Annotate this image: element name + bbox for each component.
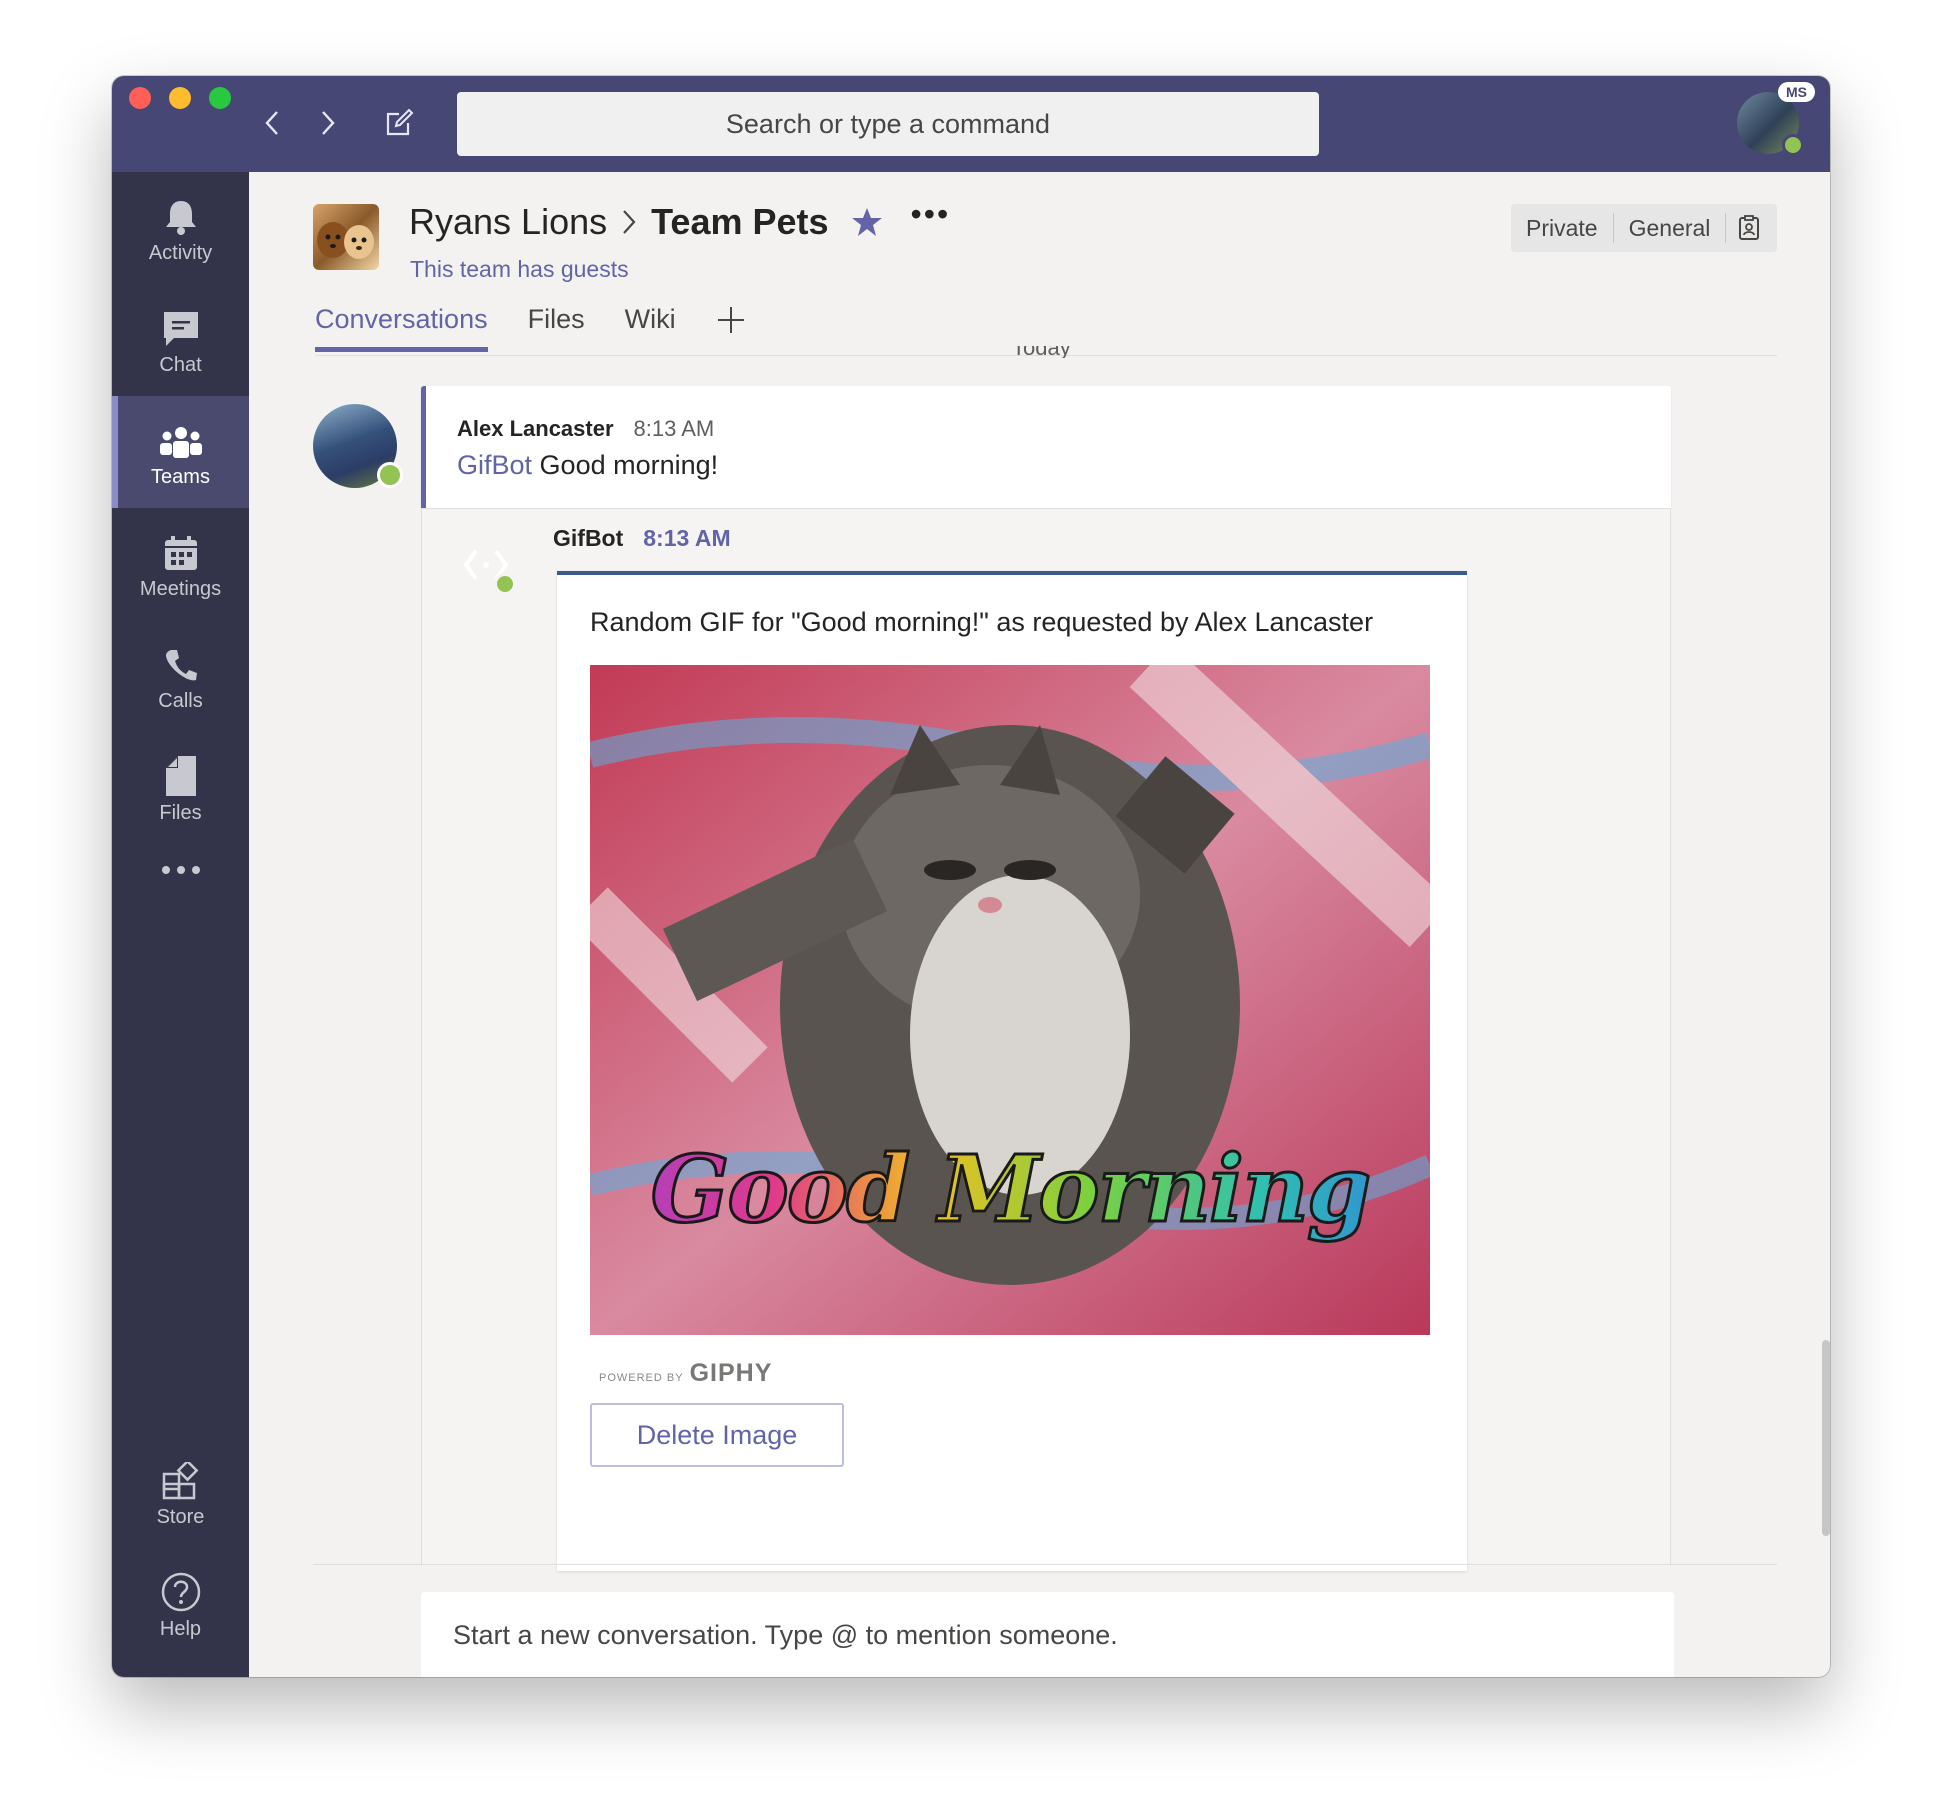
giphy-logo: GIPHY [689, 1359, 773, 1387]
bot-reply: GifBot 8:13 AM Random GIF for "Good morn… [421, 508, 1671, 1571]
chat-icon [162, 304, 200, 348]
rail-label: Calls [158, 689, 203, 712]
channel-tabs: Conversations Files Wiki [315, 302, 746, 356]
channel-tags: Private General [1511, 204, 1777, 252]
teams-icon [159, 416, 203, 460]
channel-name: Team Pets [651, 201, 829, 242]
chevron-left-icon [265, 111, 278, 135]
plus-icon [717, 307, 744, 333]
root-message[interactable]: Alex Lancaster 8:13 AM GifBot Good morni… [421, 386, 1671, 508]
chevron-right-icon [322, 111, 335, 135]
gif-caption: Good Morning [590, 1134, 1430, 1245]
delete-image-button[interactable]: Delete Image [590, 1403, 844, 1467]
search-input[interactable]: Search or type a command [457, 92, 1319, 156]
guests-notice[interactable]: This team has guests [410, 256, 629, 283]
presence-available-icon [1782, 134, 1804, 156]
rail-label: Teams [151, 465, 210, 488]
presence-available-icon [377, 462, 403, 488]
team-name[interactable]: Ryans Lions [409, 201, 607, 243]
rail-label: Store [156, 1505, 205, 1528]
rail-item-meetings[interactable]: Meetings [112, 508, 249, 620]
title-bar: Search or type a command MS [112, 76, 1830, 172]
calendar-icon [163, 528, 199, 572]
giphy-attribution: POWERED BY GIPHY [599, 1359, 772, 1388]
phone-icon [164, 640, 198, 684]
reply-author[interactable]: GifBot [553, 525, 623, 552]
scrollbar[interactable] [1822, 1340, 1830, 1536]
file-icon [165, 752, 196, 796]
forward-button[interactable] [311, 106, 345, 140]
compose-input[interactable]: Start a new conversation. Type @ to ment… [421, 1592, 1674, 1677]
compose-icon [386, 108, 414, 136]
message-timestamp: 8:13 AM [633, 416, 715, 441]
rail-item-activity[interactable]: Activity [112, 172, 249, 284]
date-divider: Today [1012, 346, 1071, 358]
rail-label: Meetings [139, 577, 222, 600]
rail-label: Activity [148, 241, 213, 264]
store-icon [162, 1456, 200, 1500]
general-tag: General [1612, 213, 1726, 243]
rail-item-help[interactable]: Help [112, 1548, 249, 1660]
help-icon [161, 1568, 201, 1612]
message-author[interactable]: Alex Lancaster [457, 416, 614, 442]
rail-label: Help [159, 1617, 202, 1640]
close-window-button[interactable] [129, 87, 151, 109]
message-body: GifBot Good morning! [457, 450, 718, 481]
powered-by-label: POWERED BY [599, 1372, 684, 1384]
team-avatar[interactable] [313, 204, 379, 270]
presence-available-icon [494, 573, 516, 595]
thread-divider [313, 1564, 1777, 1565]
message-thread: Alex Lancaster 8:13 AM GifBot Good morni… [421, 386, 1671, 1571]
tenant-badge: MS [1778, 82, 1815, 102]
back-button[interactable] [255, 106, 289, 140]
zoom-window-button[interactable] [209, 87, 231, 109]
private-tag: Private [1526, 215, 1598, 241]
rail-item-store[interactable]: Store [112, 1436, 249, 1548]
reply-timestamp: 8:13 AM [643, 525, 731, 551]
tab-wiki[interactable]: Wiki [625, 302, 676, 352]
favorite-star-icon[interactable] [851, 207, 883, 237]
rail-item-teams[interactable]: Teams [112, 396, 249, 508]
rail-label: Chat [159, 353, 202, 376]
rail-item-chat[interactable]: Chat [112, 284, 249, 396]
team-info-icon[interactable] [1725, 213, 1772, 243]
channel-more-options-button[interactable]: ••• [911, 196, 951, 233]
bell-icon [164, 192, 198, 236]
minimize-window-button[interactable] [169, 87, 191, 109]
rail-item-calls[interactable]: Calls [112, 620, 249, 732]
more-apps-button[interactable] [112, 816, 249, 896]
gif-image[interactable]: Good Morning [590, 665, 1430, 1335]
breadcrumb: Ryans Lions Team Pets ••• [409, 196, 950, 244]
gif-card: Random GIF for "Good morning!" as reques… [557, 571, 1467, 1571]
chevron-right-icon [621, 208, 637, 236]
message-text: Good morning! [539, 450, 719, 480]
search-placeholder: Search or type a command [725, 108, 1051, 139]
more-icon [161, 831, 201, 875]
tab-conversations[interactable]: Conversations [315, 302, 488, 352]
teams-window: Search or type a command MS Activity Cha… [112, 76, 1830, 1677]
card-title: Random GIF for "Good morning!" as reques… [590, 607, 1374, 637]
compose-placeholder: Start a new conversation. Type @ to ment… [453, 1620, 1118, 1650]
app-bar: Activity Chat Teams Meetings Calls Files… [112, 172, 249, 1677]
add-tab-button[interactable] [716, 302, 746, 338]
mention-gifbot[interactable]: GifBot [457, 450, 532, 480]
tab-files[interactable]: Files [528, 302, 585, 352]
new-chat-button[interactable] [382, 106, 416, 140]
